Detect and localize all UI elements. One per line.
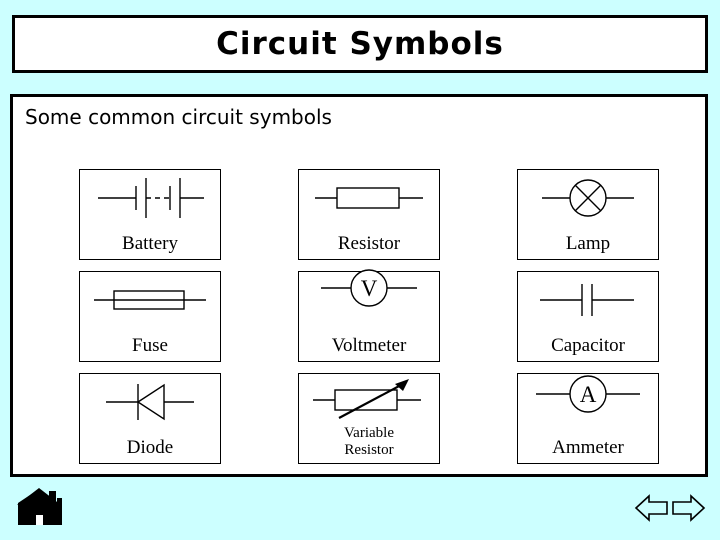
symbol-cell-resistor[interactable]: Resistor <box>298 169 440 260</box>
back-button[interactable] <box>634 490 670 526</box>
symbol-cell-battery[interactable]: Battery <box>79 169 221 260</box>
page-title: Circuit Symbols <box>216 26 504 62</box>
slide-title-box: Circuit Symbols <box>12 15 708 73</box>
circuit-symbol-grid: Battery Resistor Lamp Fuse V Voltmeter C… <box>79 169 659 475</box>
battery-symbol <box>80 170 220 226</box>
lamp-symbol <box>518 170 658 226</box>
symbol-label: Fuse <box>132 334 168 356</box>
symbol-label: Diode <box>126 436 174 458</box>
symbol-cell-diode[interactable]: Diode <box>79 373 221 464</box>
slide-content-panel: Some common circuit symbols Battery Resi… <box>10 94 708 477</box>
symbol-cell-lamp[interactable]: Lamp <box>517 169 659 260</box>
symbol-label: Ammeter <box>552 436 624 458</box>
fuse-symbol <box>80 272 220 328</box>
home-button[interactable] <box>16 487 63 527</box>
capacitor-symbol <box>518 272 658 328</box>
variable-resistor-symbol <box>299 370 439 426</box>
forward-arrow-icon <box>672 494 706 522</box>
symbol-cell-fuse[interactable]: Fuse <box>79 271 221 362</box>
home-icon <box>17 488 62 525</box>
resistor-symbol <box>299 170 439 226</box>
symbol-cell-variable-resistor[interactable]: Variable Resistor <box>298 373 440 464</box>
symbol-cell-voltmeter[interactable]: V Voltmeter <box>298 269 440 362</box>
voltmeter-symbol: V <box>299 260 439 316</box>
symbol-label: Resistor <box>337 232 401 254</box>
symbol-cell-ammeter[interactable]: A Ammeter <box>517 373 659 464</box>
symbol-label-line1: Variable <box>344 425 394 442</box>
symbol-row: Diode Variable Resistor A Ammeter <box>79 373 659 464</box>
symbol-label: Battery <box>122 232 178 254</box>
navigation-arrows <box>634 490 706 526</box>
symbol-row: Battery Resistor Lamp <box>79 169 659 260</box>
symbol-row: Fuse V Voltmeter Capacitor <box>79 269 659 362</box>
symbol-label: Variable Resistor <box>299 425 439 459</box>
symbol-cell-capacitor[interactable]: Capacitor <box>517 271 659 362</box>
meter-letter: V <box>361 276 378 301</box>
meter-letter: A <box>580 382 597 407</box>
symbol-label-line2: Resistor <box>344 442 394 459</box>
symbol-label: Capacitor <box>551 334 625 356</box>
diode-symbol <box>80 374 220 430</box>
ammeter-symbol: A <box>518 364 658 420</box>
back-arrow-icon <box>634 494 668 522</box>
forward-button[interactable] <box>670 490 706 526</box>
subtitle: Some common circuit symbols <box>25 105 332 129</box>
symbol-label: Voltmeter <box>331 334 407 356</box>
symbol-label: Lamp <box>565 232 611 254</box>
